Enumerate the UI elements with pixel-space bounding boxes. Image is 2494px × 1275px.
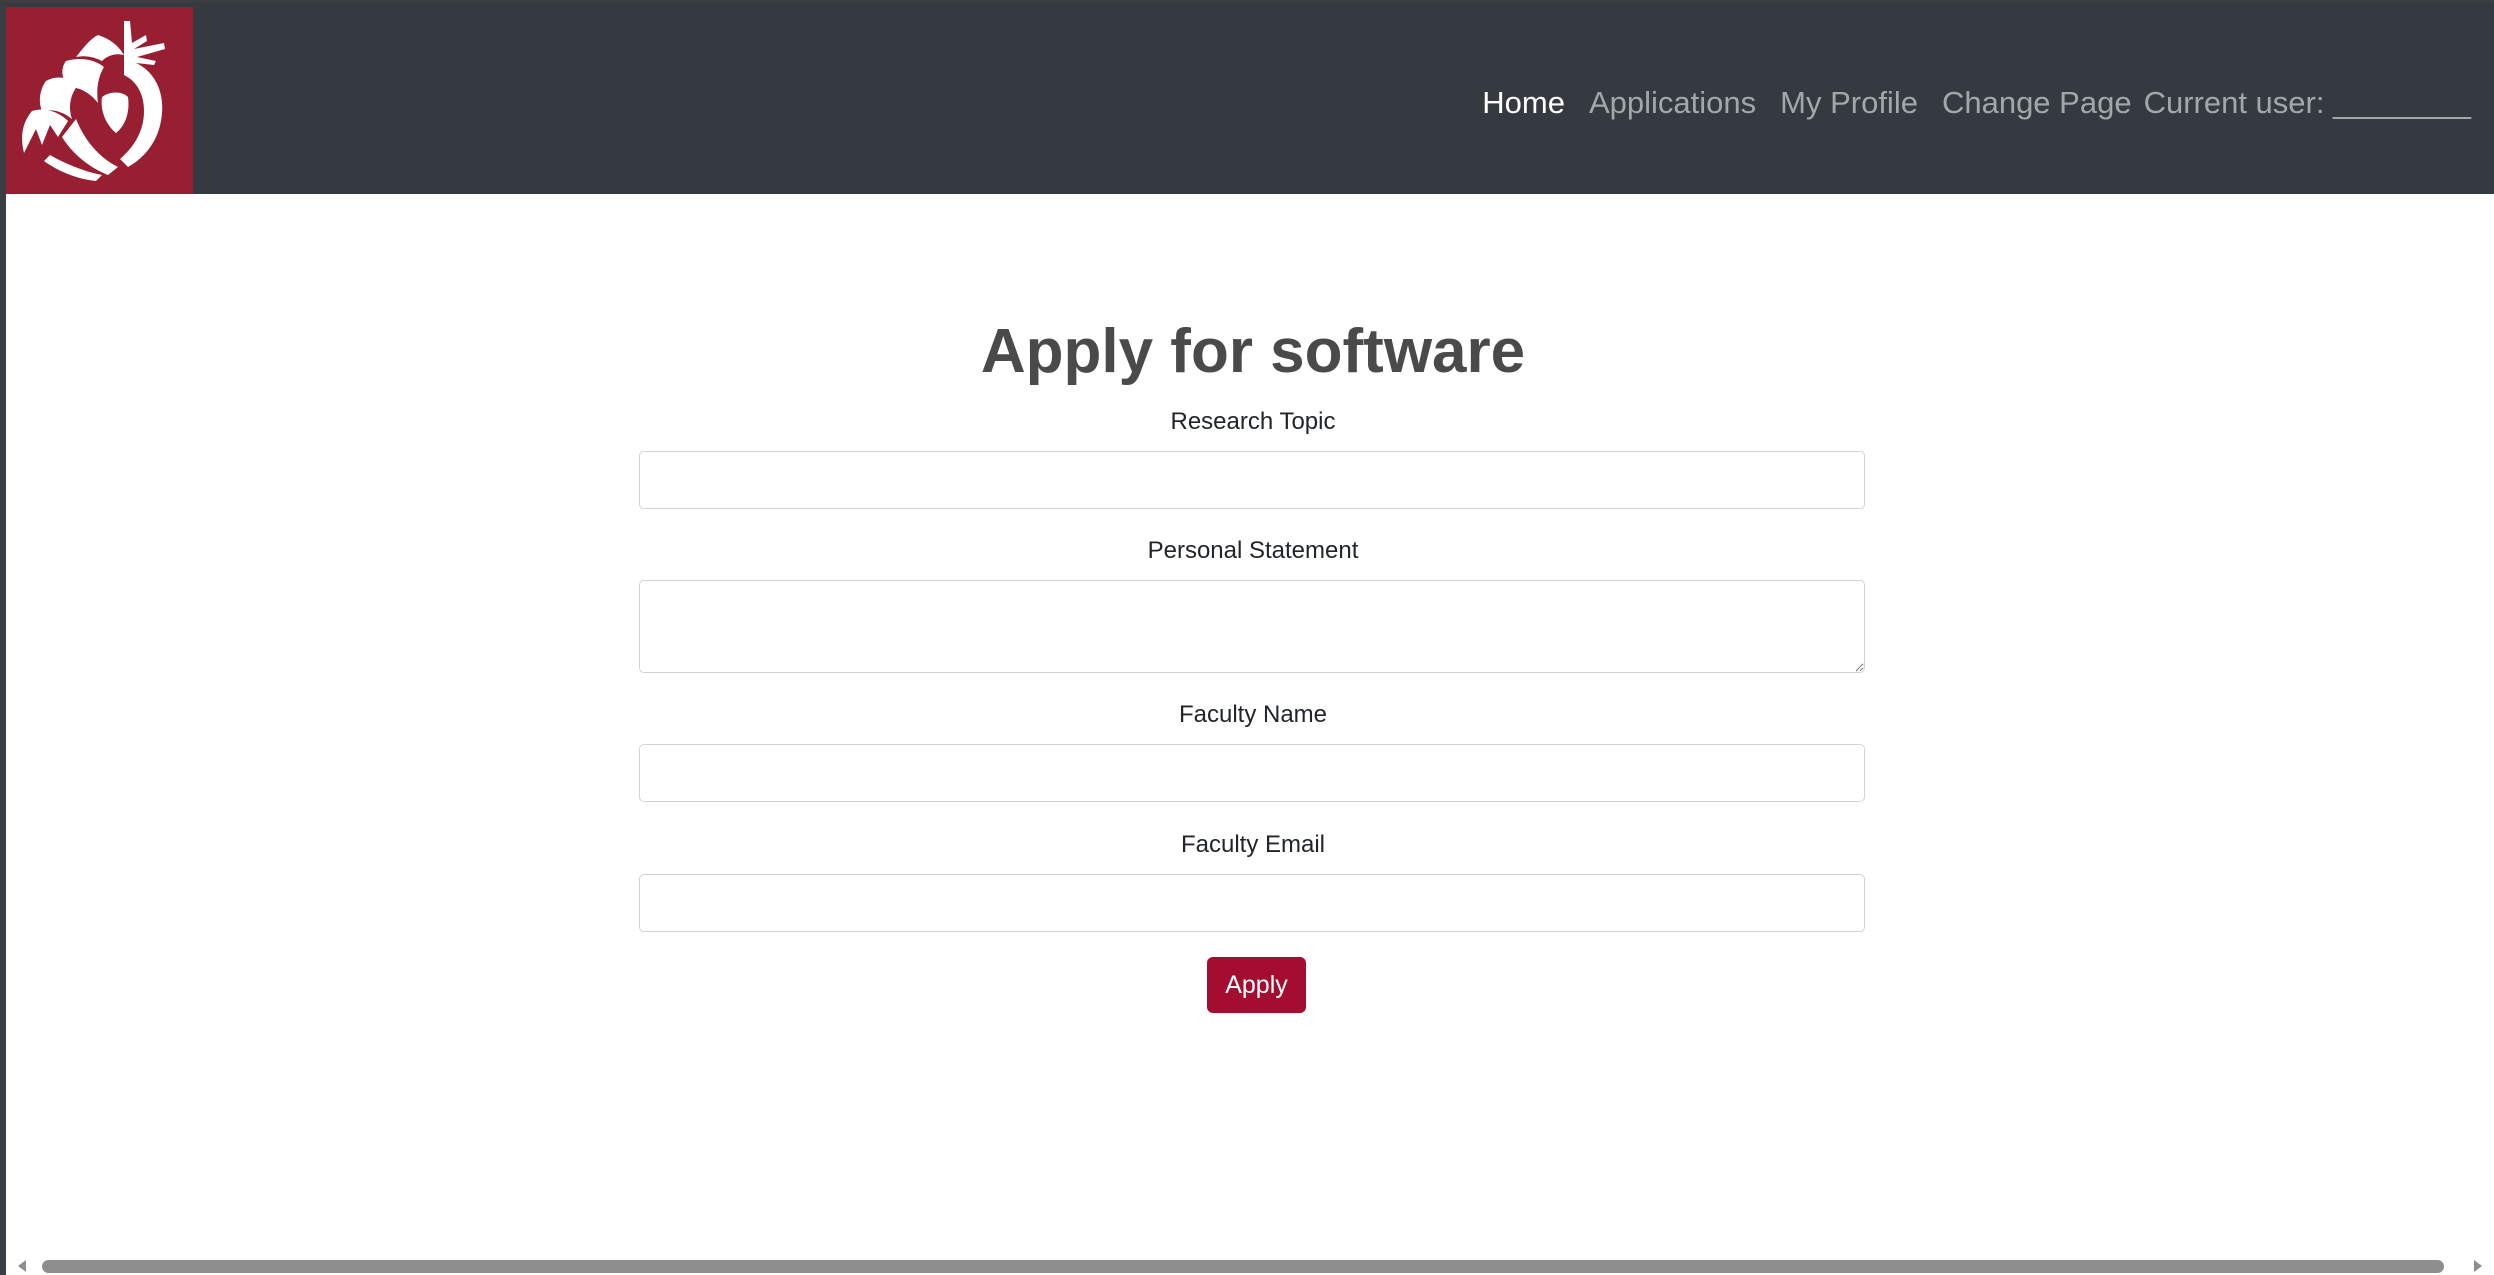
page: Home Applications My Profile Change Page… <box>6 3 2494 1275</box>
nav-link-applications[interactable]: Applications <box>1589 85 1756 121</box>
apply-button[interactable]: Apply <box>1207 957 1306 1013</box>
wsu-cougar-logo[interactable] <box>6 7 193 194</box>
scrollbar-thumb[interactable] <box>42 1260 2444 1273</box>
nav-link-change-page[interactable]: Change Page <box>1942 85 2132 121</box>
personal-statement-textarea[interactable] <box>639 580 1865 673</box>
research-topic-input[interactable] <box>639 451 1865 509</box>
faculty-name-label: Faculty Name <box>1178 701 1328 728</box>
navbar: Home Applications My Profile Change Page… <box>6 3 2494 194</box>
faculty-email-label: Faculty Email <box>1180 831 1326 858</box>
faculty-name-input[interactable] <box>639 744 1865 802</box>
nav-link-home[interactable]: Home <box>1482 85 1565 121</box>
faculty-email-input[interactable] <box>639 874 1865 932</box>
current-user-label: Current user: ________ <box>2143 85 2471 120</box>
research-topic-label: Research Topic <box>1170 408 1336 435</box>
cougar-head-icon <box>22 21 165 181</box>
scroll-left-arrow-icon[interactable] <box>18 1260 26 1272</box>
nav-link-my-profile[interactable]: My Profile <box>1780 85 1918 121</box>
personal-statement-label: Personal Statement <box>1147 537 1359 564</box>
nav-links: Home Applications My Profile Change Page… <box>1482 81 2471 125</box>
page-title: Apply for software <box>980 317 1526 386</box>
horizontal-scrollbar[interactable] <box>6 1254 2494 1275</box>
scroll-right-arrow-icon[interactable] <box>2474 1260 2482 1272</box>
